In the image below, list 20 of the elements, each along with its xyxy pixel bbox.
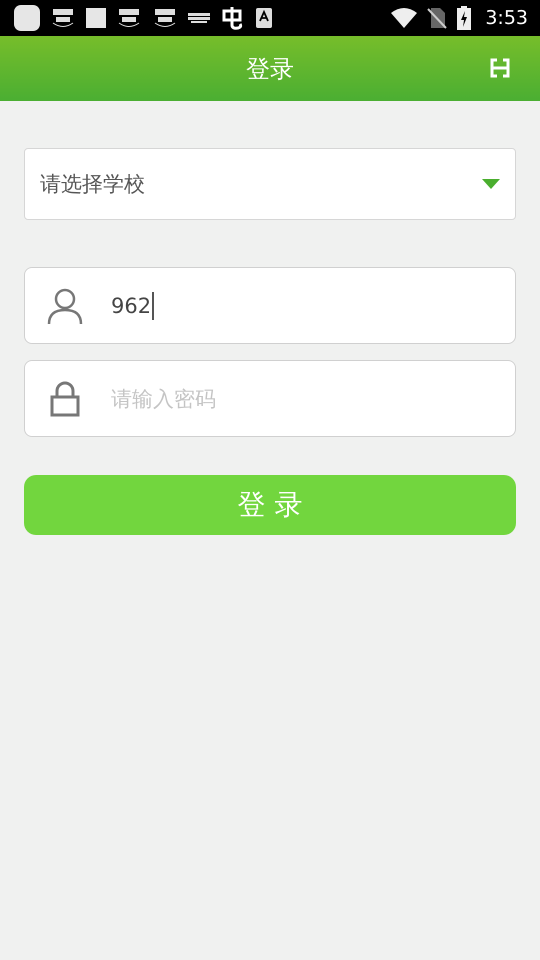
school-placeholder: 请选择学校 xyxy=(40,171,145,198)
keyboard-icon xyxy=(188,12,210,24)
clock-time: 3:53 xyxy=(485,7,528,29)
page-title: 登录 xyxy=(246,54,294,84)
notification-icon xyxy=(50,6,76,30)
app-icon xyxy=(86,8,106,28)
wifi-icon xyxy=(391,8,418,28)
document-icon xyxy=(256,8,272,28)
scan-icon[interactable] xyxy=(490,58,510,78)
dropdown-caret-icon xyxy=(482,179,500,189)
battery-icon xyxy=(457,6,472,30)
username-value: 962 xyxy=(111,294,152,318)
notification-icon xyxy=(116,6,142,30)
password-placeholder: 请输入密码 xyxy=(111,386,216,412)
no-sim-icon xyxy=(427,7,448,29)
school-dropdown[interactable]: 请选择学校 xyxy=(24,148,516,220)
notification-icon xyxy=(152,6,178,30)
app-icon xyxy=(14,5,40,31)
username-field[interactable]: 962 xyxy=(24,267,516,344)
user-icon xyxy=(47,288,83,324)
